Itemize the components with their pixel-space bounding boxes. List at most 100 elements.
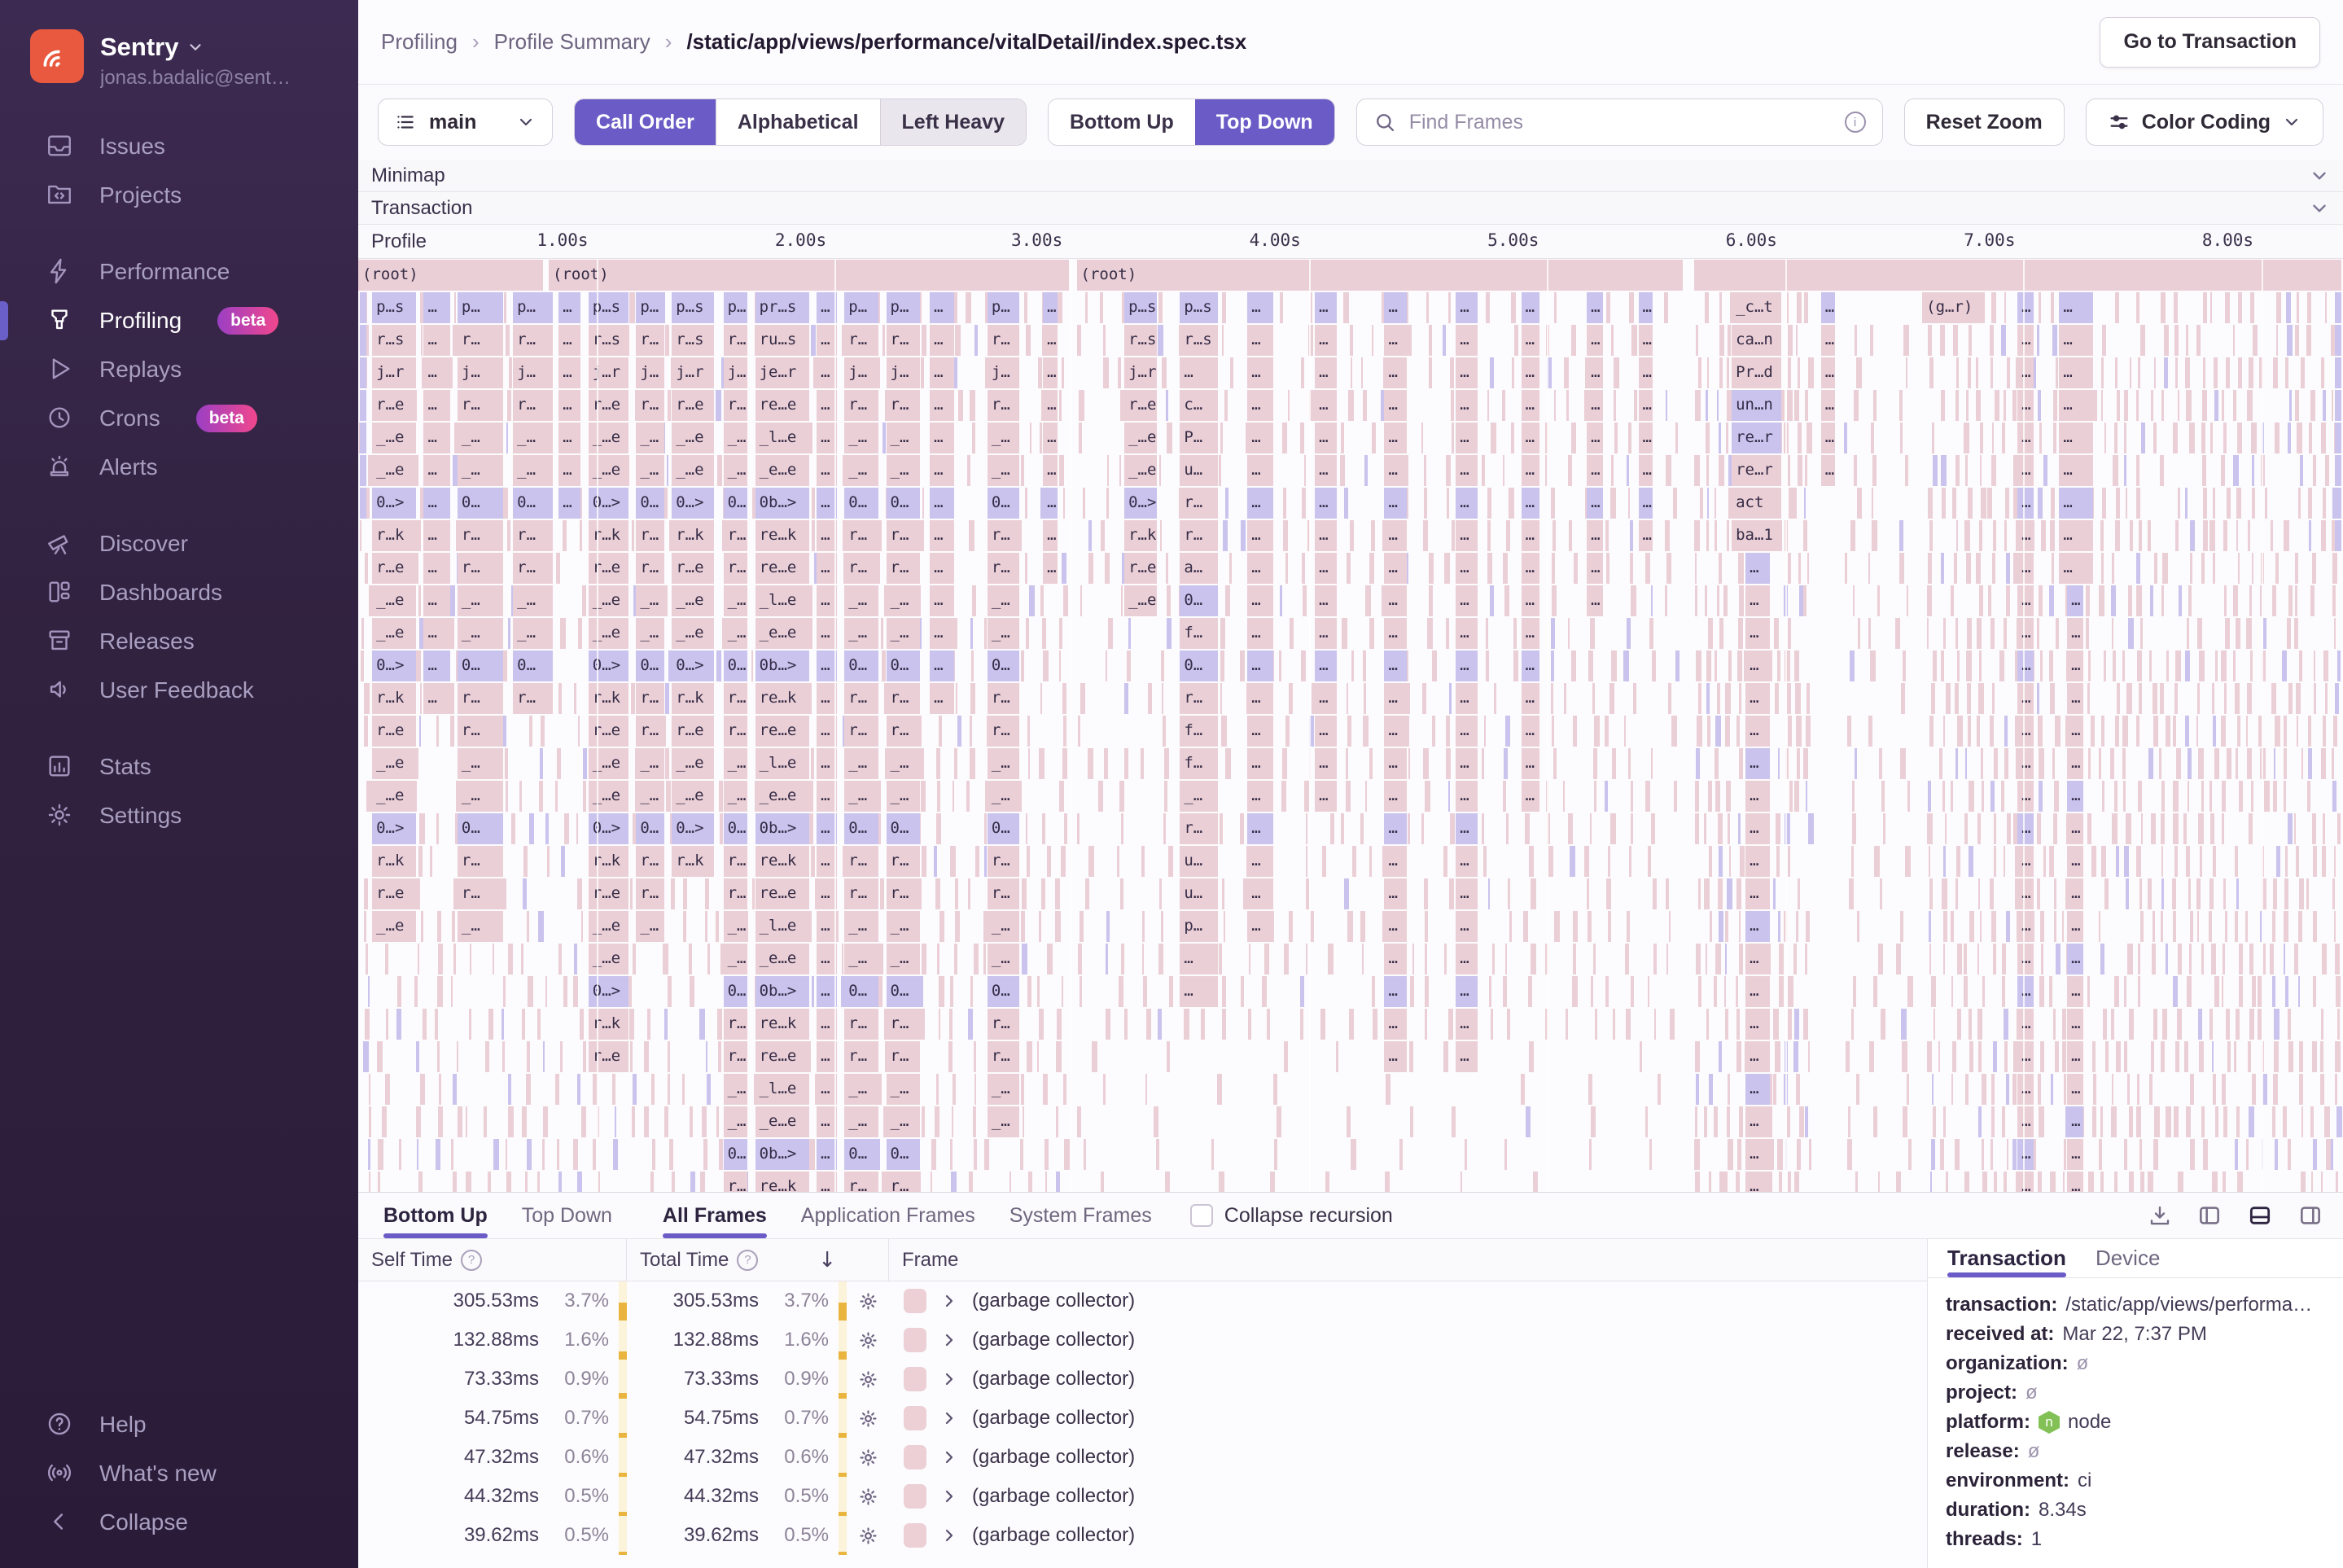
flame-frame-sliver[interactable]	[2136, 846, 2141, 877]
chevron-down-icon[interactable]	[2309, 198, 2330, 219]
flame-frame-sliver[interactable]	[1592, 683, 1595, 714]
flame-frame-sliver[interactable]	[1055, 878, 1060, 909]
flame-frame-sliver[interactable]	[2320, 1074, 2325, 1105]
chevron-right-icon[interactable]	[939, 1487, 959, 1506]
flame-frame[interactable]: …	[558, 423, 581, 453]
flame-frame[interactable]: _…	[723, 1074, 748, 1105]
flame-frame-sliver[interactable]	[1614, 357, 1619, 388]
flame-frame-sliver[interactable]	[1574, 553, 1579, 584]
flame-frame[interactable]	[360, 455, 367, 486]
flame-frame-sliver[interactable]	[1966, 650, 1972, 681]
flame-frame[interactable]: …	[1456, 650, 1478, 681]
flame-frame-sliver[interactable]	[581, 1106, 586, 1137]
flame-frame[interactable]: r…k	[672, 683, 714, 714]
flame-frame-sliver[interactable]	[529, 716, 532, 747]
flame-frame-sliver[interactable]	[1513, 325, 1518, 356]
flame-frame-sliver[interactable]	[1423, 488, 1427, 519]
flame-frame-sliver[interactable]	[954, 878, 959, 909]
flame-frame[interactable]: _…	[457, 585, 504, 616]
flame-frame-sliver[interactable]	[1482, 455, 1485, 486]
flame-frame-sliver[interactable]	[1342, 292, 1349, 323]
flame-frame[interactable]: …	[423, 520, 450, 551]
flame-frame-sliver[interactable]	[1788, 357, 1791, 388]
flame-frame-sliver[interactable]	[2283, 716, 2288, 747]
flame-frame-sliver[interactable]	[2090, 716, 2096, 747]
flame-frame[interactable]: _…	[723, 911, 748, 942]
flame-frame-sliver[interactable]	[2220, 455, 2226, 486]
flame-frame[interactable]: r…	[844, 520, 879, 551]
flame-frame[interactable]: …	[1521, 292, 1540, 323]
flame-frame-sliver[interactable]	[1848, 1106, 1851, 1137]
flame-frame-sliver[interactable]	[1588, 911, 1592, 942]
flame-frame-sliver[interactable]	[1279, 650, 1282, 681]
flame-frame[interactable]: j…	[636, 357, 664, 388]
flame-frame-sliver[interactable]	[2223, 520, 2228, 551]
flame-frame-sliver[interactable]	[1590, 618, 1596, 649]
flame-frame-sliver[interactable]	[1055, 911, 1061, 942]
flame-frame-sliver[interactable]	[2126, 1074, 2131, 1105]
flame-frame-sliver[interactable]	[751, 650, 754, 681]
flame-frame-sliver[interactable]	[436, 911, 442, 942]
flame-frame[interactable]: r…	[886, 846, 921, 877]
flame-frame[interactable]: …	[1456, 585, 1478, 616]
flame-frame-sliver[interactable]	[466, 1106, 468, 1137]
flame-frame-sliver[interactable]	[1650, 585, 1653, 616]
flame-frame-sliver[interactable]	[2139, 520, 2142, 551]
flame-frame[interactable]: _…e	[372, 781, 417, 812]
flame-frame-sliver[interactable]	[1645, 1106, 1649, 1137]
flame-frame-sliver[interactable]	[1626, 455, 1629, 486]
flame-frame-sliver[interactable]	[2297, 292, 2300, 323]
direction-option-top-down[interactable]: Top Down	[1194, 99, 1334, 145]
flame-frame-sliver[interactable]	[2062, 1172, 2065, 1192]
flame-frame-sliver[interactable]	[1957, 716, 1963, 747]
flame-frame-sliver[interactable]	[1020, 455, 1024, 486]
flame-frame[interactable]: _…	[987, 618, 1020, 649]
flame-frame-sliver[interactable]	[1221, 716, 1227, 747]
flame-frame-sliver[interactable]	[2284, 748, 2287, 779]
flame-frame-sliver[interactable]	[1793, 944, 1797, 975]
flame-frame-sliver[interactable]	[1644, 553, 1651, 584]
flame-frame[interactable]: j…r	[672, 357, 714, 388]
flame-frame[interactable]: …	[1745, 944, 1770, 975]
flame-frame-sliver[interactable]	[2323, 650, 2329, 681]
flame-frame[interactable]: r…	[886, 1041, 921, 1072]
flame-frame[interactable]: …	[1315, 520, 1338, 551]
flame-frame-sliver[interactable]	[2002, 1106, 2005, 1137]
flame-frame-sliver[interactable]	[1037, 1041, 1040, 1072]
flame-frame-sliver[interactable]	[664, 325, 670, 356]
flame-frame-sliver[interactable]	[1695, 1172, 1701, 1192]
flame-frame[interactable]: j…r	[588, 357, 628, 388]
flame-frame-sliver[interactable]	[2136, 650, 2143, 681]
flame-frame-sliver[interactable]	[2052, 325, 2057, 356]
flame-frame-sliver[interactable]	[2114, 292, 2119, 323]
flame-frame[interactable]: r…	[844, 716, 879, 747]
flame-frame-sliver[interactable]	[2100, 1172, 2104, 1192]
flame-frame-sliver[interactable]	[939, 911, 944, 942]
flame-frame-sliver[interactable]	[2001, 423, 2005, 453]
flame-frame-sliver[interactable]	[1625, 1009, 1631, 1040]
flame-frame-sliver[interactable]	[1428, 585, 1434, 616]
flame-frame[interactable]: …	[1315, 390, 1338, 421]
flame-frame-sliver[interactable]	[554, 781, 558, 812]
transaction-row[interactable]: Transaction	[358, 192, 2343, 225]
flame-frame-sliver[interactable]	[1883, 813, 1886, 844]
flame-frame[interactable]: …	[1043, 520, 1058, 551]
flame-frame-sliver[interactable]	[1695, 1074, 1699, 1105]
flame-frame-sliver[interactable]	[1059, 455, 1064, 486]
flame-frame-sliver[interactable]	[1062, 683, 1067, 714]
flame-frame-sliver[interactable]	[1868, 1041, 1874, 1072]
flame-frame-sliver[interactable]	[1118, 976, 1124, 1007]
flame-frame-sliver[interactable]	[2004, 520, 2008, 551]
flame-frame-sliver[interactable]	[2188, 748, 2192, 779]
flame-frame-sliver[interactable]	[810, 748, 815, 779]
flame-frame-sliver[interactable]	[1708, 781, 1712, 812]
flame-frame-sliver[interactable]	[690, 1106, 694, 1137]
flame-frame-sliver[interactable]	[2294, 585, 2298, 616]
flame-frame-sliver[interactable]	[1047, 944, 1053, 975]
flame-frame-sliver[interactable]	[1872, 520, 1877, 551]
flame-frame-sliver[interactable]	[939, 976, 944, 1007]
flame-frame[interactable]: r…	[886, 520, 921, 551]
flame-frame[interactable]: …	[1745, 650, 1770, 681]
flame-frame[interactable]: r…	[886, 716, 921, 747]
flame-frame-sliver[interactable]	[1706, 650, 1711, 681]
